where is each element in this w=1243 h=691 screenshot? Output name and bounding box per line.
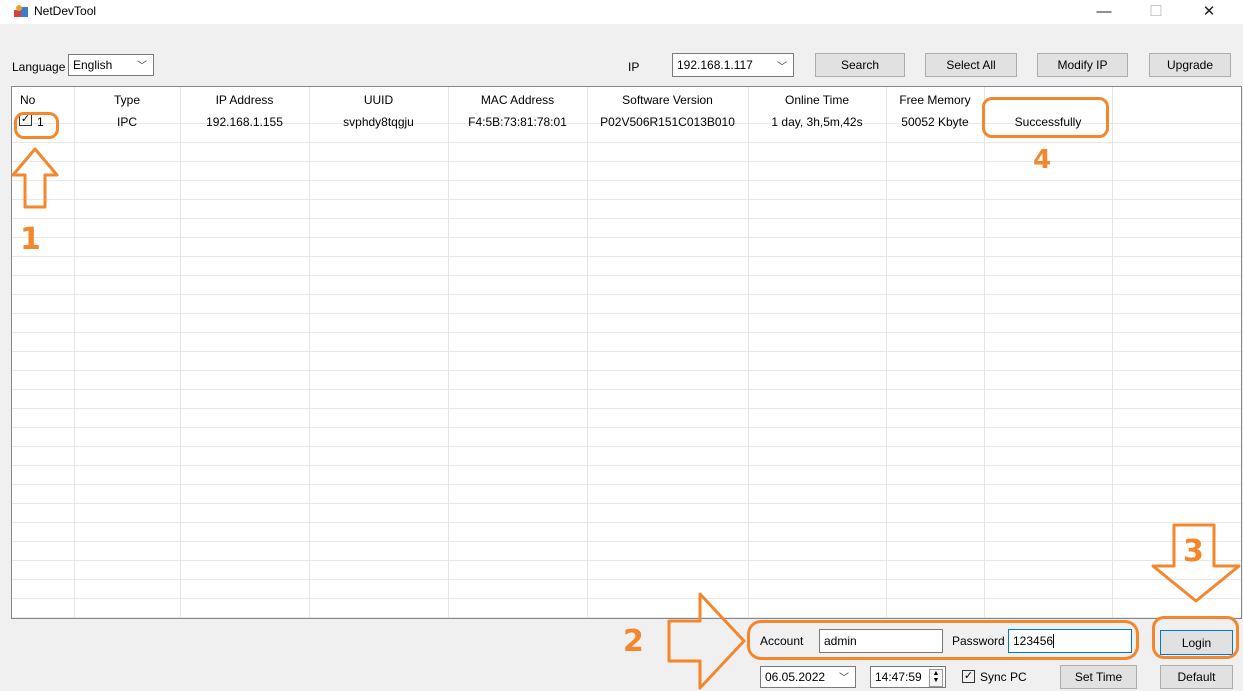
header-type[interactable]: Type [74,93,180,107]
chevron-down-icon: ﹀ [777,62,787,73]
cell-ip-address: 192.168.1.155 [206,115,283,129]
maximize-icon[interactable]: ☐ [1133,1,1179,23]
column-divider [984,87,985,618]
default-button[interactable]: Default [1160,665,1233,689]
app-icon [14,5,28,17]
date-picker[interactable]: 06.05.2022 ﹀ [760,666,856,688]
header-free-memory[interactable]: Free Memory [886,93,984,107]
column-divider [309,87,310,618]
header-software-version[interactable]: Software Version [587,93,748,107]
column-divider [180,87,181,618]
column-divider [886,87,887,618]
cell-type: IPC [116,115,137,129]
time-value: 14:47:59 [875,670,922,684]
header-no[interactable]: No [20,93,35,107]
date-value: 06.05.2022 [765,670,826,684]
header-uuid[interactable]: UUID [309,93,448,107]
annotation-number-3: 3 [1183,534,1204,569]
annotation-box-1 [14,112,59,139]
cell-online-time: 1 day, 3h,5m,42s [771,115,863,129]
header-ip-address[interactable]: IP Address [180,93,309,107]
language-select[interactable]: English ﹀ [68,54,154,76]
window-title: NetDevTool [34,4,97,18]
minimize-icon[interactable]: — [1081,1,1127,23]
search-button[interactable]: Search [815,53,905,77]
cell-free-memory: 50052 Kbyte [901,115,969,129]
annotation-box-2 [747,620,1139,660]
cell-software-version: P02V506R151C013B010 [600,115,735,129]
spin-arrows-icon[interactable]: ▲ ▼ [929,669,943,687]
annotation-number-2: 2 [623,624,644,659]
up-arrow-icon [11,147,59,209]
sync-pc-checkbox[interactable]: ✓ [962,670,975,683]
ip-label: IP [628,60,640,74]
ip-value: 192.168.1.117 [677,58,753,72]
header-mac-address[interactable]: MAC Address [448,93,587,107]
annotation-box-3 [1152,616,1239,659]
sync-pc-label: Sync PC [980,670,1027,684]
column-divider [74,87,75,618]
column-divider [1112,87,1113,618]
column-divider [748,87,749,618]
column-divider [587,87,588,618]
upgrade-button[interactable]: Upgrade [1149,53,1231,77]
column-divider [448,87,449,618]
annotation-number-1: 1 [20,222,41,257]
right-arrow-icon [667,592,746,690]
header-online-time[interactable]: Online Time [748,93,886,107]
cell-uuid: svphdy8tqgju [343,115,414,129]
title-bar [0,0,1243,24]
chevron-down-icon: ﹀ [839,673,849,684]
select-all-button[interactable]: Select All [925,53,1017,77]
annotation-number-4: 4 [1033,145,1052,175]
modify-ip-button[interactable]: Modify IP [1037,53,1128,77]
cell-mac-address: F4:5B:73:81:78:01 [468,115,567,129]
language-label: Language [12,60,66,74]
annotation-box-4 [982,97,1109,138]
device-list[interactable]: No Type IP Address UUID MAC Address Soft… [11,86,1242,619]
grid-lines [12,87,1241,618]
set-time-button[interactable]: Set Time [1060,665,1137,689]
chevron-down-icon: ﹀ [137,61,147,72]
ip-select[interactable]: 192.168.1.117 ﹀ [672,53,794,77]
close-icon[interactable]: ✕ [1186,1,1232,23]
language-value: English [73,58,113,72]
time-picker[interactable]: 14:47:59 ▲ ▼ [870,666,946,688]
